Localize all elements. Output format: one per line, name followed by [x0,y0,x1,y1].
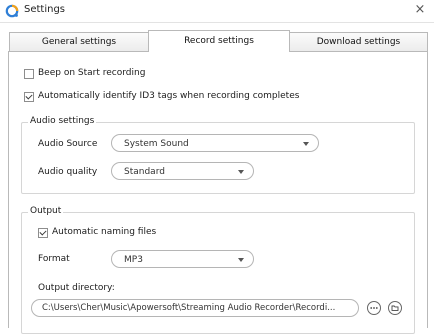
beep-label: Beep on Start recording [38,68,146,78]
tab-record-settings[interactable]: Record settings [148,30,290,52]
audio-source-select[interactable]: System Sound [111,134,319,152]
more-options-icon[interactable] [367,301,381,315]
window-title: Settings [24,4,66,15]
format-value: MP3 [124,255,143,265]
tab-bar: General settings Record settings Downloa… [0,22,434,52]
close-icon[interactable]: × [412,2,428,18]
output-directory-field[interactable]: C:\Users\Cher\Music\Apowersoft\Streaming… [31,299,359,317]
format-label: Format [38,254,70,264]
audio-settings-group [21,122,415,194]
audio-quality-select[interactable]: Standard [111,162,254,180]
tab-download-settings[interactable]: Download settings [289,32,428,51]
app-logo-icon [5,4,19,18]
audio-quality-label: Audio quality [38,167,98,177]
tab-general-settings[interactable]: General settings [9,32,149,51]
audio-source-label: Audio Source [38,139,98,149]
beep-checkbox[interactable] [24,69,34,79]
id3-label: Automatically identify ID3 tags when rec… [38,91,300,101]
auto-naming-label: Automatic naming files [52,227,157,237]
id3-checkbox[interactable] [24,92,34,102]
audio-source-value: System Sound [124,139,189,149]
output-title: Output [28,206,64,216]
format-select[interactable]: MP3 [111,250,254,268]
chevron-down-icon [303,142,309,146]
output-directory-label: Output directory: [38,283,115,293]
chevron-down-icon [238,258,244,262]
title-bar: Settings × [0,0,434,23]
auto-naming-checkbox[interactable] [38,228,48,238]
chevron-down-icon [238,170,244,174]
folder-icon[interactable] [388,301,402,315]
audio-settings-title: Audio settings [28,116,97,126]
audio-quality-value: Standard [124,167,165,177]
